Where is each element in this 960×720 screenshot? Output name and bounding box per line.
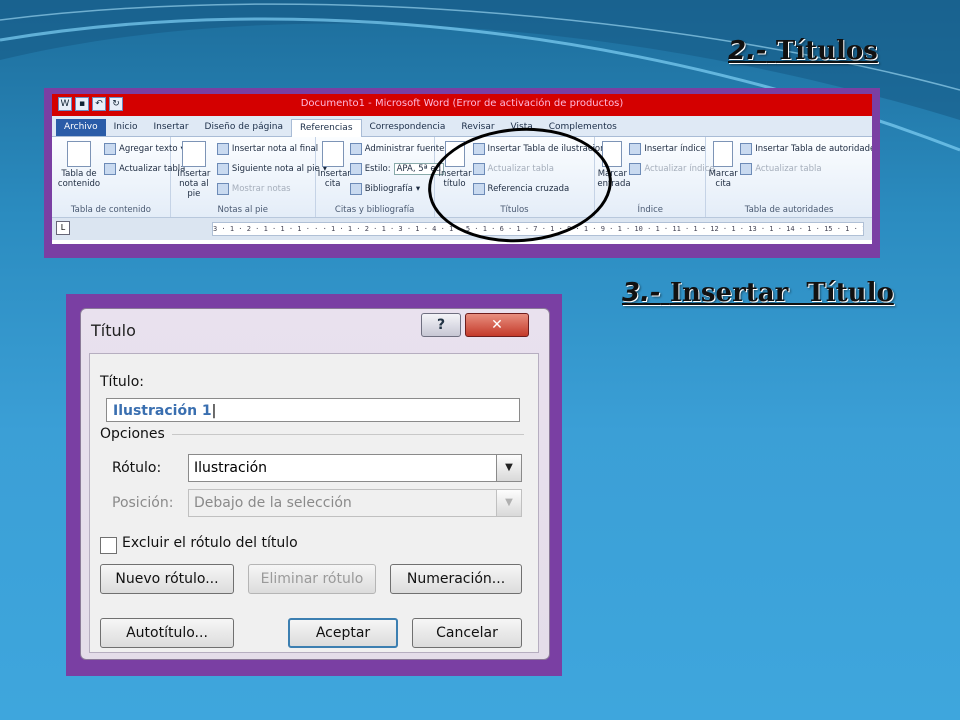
posicion-label: Posición: [112, 495, 174, 511]
refresh-icon [629, 163, 642, 175]
tabla-contenido-button[interactable]: Tabla de contenido [56, 141, 102, 189]
authorities-icon [740, 143, 753, 155]
group-indice: Marcar entrada Insertar índice Actualiza… [595, 137, 715, 217]
window-title: Documento1 - Microsoft Word (Error de ac… [300, 98, 624, 109]
aceptar-button[interactable]: Aceptar [288, 618, 398, 648]
chevron-down-icon[interactable]: ▼ [496, 490, 521, 516]
bibliography-icon [349, 183, 362, 195]
rotulo-label: Rótulo: [112, 460, 162, 476]
actualizar-indice-button[interactable]: Actualizar índice [629, 163, 715, 175]
tab-insertar[interactable]: Insertar [145, 119, 196, 136]
index-icon [629, 143, 642, 155]
nota-final-button[interactable]: Insertar nota al final [216, 143, 318, 155]
add-text-icon [104, 143, 116, 155]
titulo-input[interactable]: Ilustración 1| [106, 398, 520, 422]
estilo-select[interactable]: Estilo: APA, 5ª ed [349, 163, 444, 175]
style-icon [349, 163, 362, 175]
actualizar-autoridades-button[interactable]: Actualizar tabla [740, 163, 822, 175]
ribbon-tabs: Archivo Inicio Insertar Diseño de página… [52, 116, 872, 137]
insertar-nota-button[interactable]: Insertar nota al pie [173, 141, 215, 199]
heading-insertar-titulo: 3.- Insertar Título [622, 278, 894, 308]
tab-inicio[interactable]: Inicio [106, 119, 146, 136]
next-note-icon [216, 163, 229, 175]
group-citas: Insertar cita Administrar fuentes Estilo… [316, 137, 449, 217]
eliminar-rotulo-button[interactable]: Eliminar rótulo [248, 564, 376, 594]
help-button[interactable]: ? [421, 313, 461, 337]
autotitulo-button[interactable]: Autotítulo... [100, 618, 234, 648]
close-button[interactable]: ✕ [465, 313, 529, 337]
dialog-title: Título [91, 321, 136, 340]
posicion-select[interactable]: Debajo de la selección ▼ [188, 489, 522, 517]
cancelar-button[interactable]: Cancelar [412, 618, 522, 648]
mostrar-notas-button[interactable]: Mostrar notas [216, 183, 291, 195]
endnote-icon [216, 143, 229, 155]
sources-icon [349, 143, 362, 155]
text-cursor: | [211, 403, 217, 419]
numeracion-button[interactable]: Numeración... [390, 564, 522, 594]
chevron-down-icon[interactable]: ▼ [496, 455, 521, 481]
heading-titulos: 2.- Títulos [728, 36, 878, 66]
excluir-label: Excluir el rótulo del título [122, 535, 298, 551]
dialog-body: Título: Ilustración 1| Opciones Rótulo: … [89, 353, 539, 653]
mark-citation-icon [713, 141, 734, 167]
group-autoridades: Marcar cita Insertar Tabla de autoridade… [706, 137, 872, 217]
rotulo-select[interactable]: Ilustración ▼ [188, 454, 522, 482]
word-titlebar: W ▪ ↶ ↻ Documento1 - Microsoft Word (Err… [52, 94, 872, 116]
tabla-autoridades-button[interactable]: Insertar Tabla de autoridades [740, 143, 872, 155]
tab-diseno[interactable]: Diseño de página [197, 119, 292, 136]
document-icon [67, 141, 91, 167]
tab-correspondencia[interactable]: Correspondencia [362, 119, 454, 136]
nuevo-rotulo-button[interactable]: Nuevo rótulo... [100, 564, 234, 594]
group-tabla-contenido: Tabla de contenido Agregar texto ▾ Actua… [52, 137, 185, 217]
marcar-cita-button[interactable]: Marcar cita [708, 141, 738, 189]
tab-referencias[interactable]: Referencias [291, 119, 362, 137]
refresh-icon [740, 163, 753, 175]
insertar-cita-button[interactable]: Insertar cita [318, 141, 351, 189]
excluir-checkbox[interactable] [100, 537, 117, 554]
opciones-label: Opciones [100, 426, 165, 442]
dialog-screenshot-frame: Título ? ✕ Título: Ilustración 1| Opcion… [66, 294, 562, 676]
siguiente-nota-button[interactable]: Siguiente nota al pie ▾ [216, 163, 327, 175]
tab-archivo[interactable]: Archivo [56, 119, 106, 136]
titulo-label: Título: [100, 374, 144, 390]
tab-stop-icon[interactable]: L [56, 221, 70, 235]
footnote-icon [181, 141, 206, 167]
opciones-separator [172, 434, 524, 435]
insertar-indice-button[interactable]: Insertar índice [629, 143, 706, 155]
group-notas: Insertar nota al pie Insertar nota al fi… [171, 137, 327, 217]
titulo-dialog: Título ? ✕ Título: Ilustración 1| Opcion… [80, 308, 550, 660]
show-notes-icon [216, 183, 229, 195]
refresh-icon [104, 163, 116, 175]
bibliografia-button[interactable]: Bibliografía ▾ [349, 183, 420, 195]
citation-icon [321, 141, 344, 167]
